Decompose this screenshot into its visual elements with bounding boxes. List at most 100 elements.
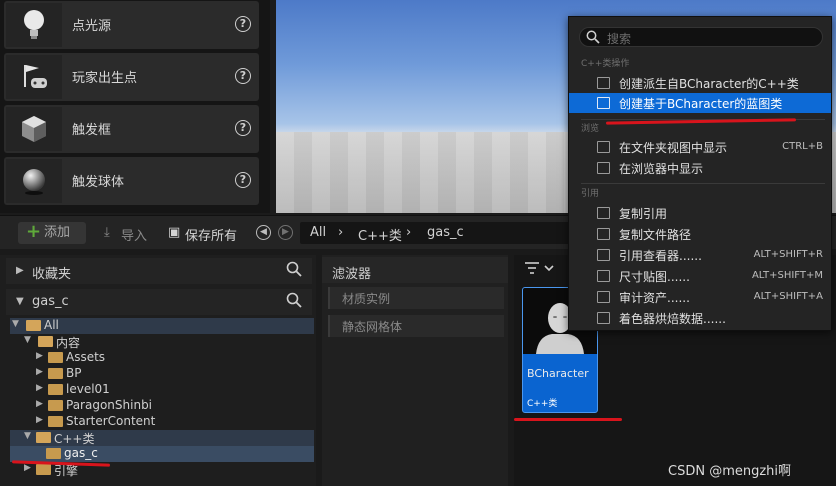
search-icon (586, 30, 600, 47)
tree-item-assets[interactable]: ▶ Assets (10, 350, 314, 366)
tree-item-gas-c[interactable]: gas_c (10, 446, 314, 462)
chevron-right-icon: › (338, 225, 344, 240)
menu-search-input[interactable]: 搜索 (579, 27, 823, 47)
tree-item-startercontent[interactable]: ▶ StarterContent (10, 414, 314, 430)
tree-item-cpp-classes[interactable]: ▼ C++类 (10, 430, 314, 446)
menu-item-show-in-folder-view[interactable]: 在文件夹视图中显示 CTRL+B (569, 137, 831, 157)
menu-item-label: 在浏览器中显示 (619, 162, 704, 176)
place-actors-panel: 点光源 ? 玩家出生点 ? 触发框 ? 触发球体 ? (0, 0, 270, 213)
tree-item-label: C++类 (54, 432, 95, 446)
menu-shortcut: ALT+SHIFT+A (753, 291, 823, 302)
blueprint-class-icon (597, 97, 610, 109)
actor-trigger-box[interactable]: 触发框 ? (4, 105, 259, 153)
folder-icon (48, 400, 63, 411)
favorites-label: 收藏夹 (32, 267, 72, 282)
plus-icon: + (26, 221, 42, 242)
chevron-down-icon: ▼ (24, 431, 31, 441)
menu-item-size-map[interactable]: 尺寸贴图...... ALT+SHIFT+M (569, 266, 831, 286)
favorites-header[interactable]: ▶ 收藏夹 (6, 258, 312, 284)
filter-item[interactable]: 材质实例 (328, 287, 504, 309)
tree-item-label: ParagonShinbi (66, 398, 153, 412)
tree-item-label: level01 (66, 382, 110, 396)
breadcrumb-item[interactable]: gas_c (427, 225, 464, 240)
reference-viewer-icon (597, 249, 610, 261)
chevron-right-icon: › (406, 225, 412, 240)
root-label: gas_c (32, 294, 69, 309)
add-button[interactable]: + 添加 (18, 222, 86, 244)
tree-item-all[interactable]: ▼ All (10, 318, 314, 334)
menu-divider (581, 183, 825, 184)
search-icon[interactable] (286, 261, 302, 280)
tree-item-level01[interactable]: ▶ level01 (10, 382, 314, 398)
annotation-underline (514, 418, 622, 421)
search-icon[interactable] (286, 292, 302, 311)
chevron-right-icon: ▶ (36, 415, 43, 425)
menu-item-create-cpp-class[interactable]: 创建派生自BCharacter的C++类 (569, 73, 831, 93)
import-button[interactable]: 导入 (121, 225, 147, 244)
tree-item-content[interactable]: ▼ 内容 (10, 334, 314, 350)
folder-icon (36, 464, 51, 475)
help-icon[interactable]: ? (235, 68, 251, 84)
tree-item-label: StarterContent (66, 414, 156, 428)
trigger-sphere-icon (6, 159, 62, 203)
section-cpp-label: C++类操作 (581, 59, 630, 69)
save-all-button[interactable]: 保存所有 (185, 225, 237, 244)
chevron-right-icon: ▶ (16, 265, 24, 276)
menu-item-show-in-browser[interactable]: 在浏览器中显示 (569, 158, 831, 178)
root-header[interactable]: ▼ gas_c (6, 289, 312, 315)
back-icon[interactable]: ◀ (256, 225, 271, 240)
menu-item-copy-reference[interactable]: 复制引用 (569, 203, 831, 223)
breadcrumb-item[interactable]: C++类 (358, 225, 402, 244)
cpp-class-icon (597, 77, 610, 89)
folder-icon (48, 416, 63, 427)
breadcrumb-item[interactable]: All (310, 225, 326, 240)
folder-icon (48, 352, 63, 363)
forward-icon[interactable]: ▶ (278, 225, 293, 240)
help-icon[interactable]: ? (235, 172, 251, 188)
folder-icon (48, 384, 63, 395)
menu-item-audit-assets[interactable]: 审计资产...... ALT+SHIFT+A (569, 287, 831, 307)
context-menu: 搜索 C++类操作 创建派生自BCharacter的C++类 创建基于BChar… (568, 16, 832, 331)
trigger-box-icon (6, 107, 62, 151)
menu-shortcut: CTRL+B (782, 141, 823, 152)
chevron-down-icon: ▼ (12, 319, 19, 329)
asset-name: BCharacter (527, 367, 589, 380)
import-icon: ⤓ (104, 225, 110, 240)
chevron-right-icon: ▶ (36, 351, 43, 361)
menu-item-label: 创建基于BCharacter的蓝图类 (619, 97, 783, 111)
chevron-right-icon: ▶ (36, 383, 43, 393)
menu-item-label: 引用查看器...... (619, 249, 702, 263)
actor-point-light[interactable]: 点光源 ? (4, 1, 259, 49)
menu-item-label: 复制引用 (619, 207, 668, 221)
menu-item-shader-cook-data[interactable]: 着色器烘焙数据...... (569, 308, 831, 328)
menu-item-copy-file-path[interactable]: 复制文件路径 (569, 224, 831, 244)
add-label: 添加 (44, 225, 71, 240)
actor-label: 点光源 (72, 19, 112, 34)
tree-item-bp[interactable]: ▶ BP (10, 366, 314, 382)
folder-icon (48, 368, 63, 379)
section-reference-label: 引用 (581, 189, 600, 199)
menu-item-label: 着色器烘焙数据...... (619, 312, 726, 326)
tree-item-paragonshinbi[interactable]: ▶ ParagonShinbi (10, 398, 314, 414)
breadcrumb: All › C++类 › gas_c (300, 222, 570, 244)
folder-icon (46, 448, 61, 459)
filter-item[interactable]: 静态网格体 (328, 315, 504, 337)
help-icon[interactable]: ? (235, 16, 251, 32)
menu-item-reference-viewer[interactable]: 引用查看器...... ALT+SHIFT+R (569, 245, 831, 265)
menu-shortcut: ALT+SHIFT+M (751, 270, 823, 281)
browser-search-icon (597, 162, 610, 174)
bulb-icon (6, 3, 62, 47)
chevron-right-icon: ▶ (36, 399, 43, 409)
filter-icon[interactable] (524, 260, 556, 279)
actor-trigger-sphere[interactable]: 触发球体 ? (4, 157, 259, 205)
section-explore-label: 浏览 (581, 124, 600, 134)
folder-open-icon (26, 320, 41, 331)
asset-type: C++类 (527, 399, 558, 409)
chevron-down-icon: ▼ (24, 335, 31, 345)
filters-header: 滤波器 (322, 257, 508, 283)
help-icon[interactable]: ? (235, 120, 251, 136)
tree-item-label: gas_c (64, 446, 98, 460)
menu-item-create-blueprint-class[interactable]: 创建基于BCharacter的蓝图类 (569, 93, 831, 113)
tree-item-label: All (44, 318, 59, 332)
actor-player-start[interactable]: 玩家出生点 ? (4, 53, 259, 101)
